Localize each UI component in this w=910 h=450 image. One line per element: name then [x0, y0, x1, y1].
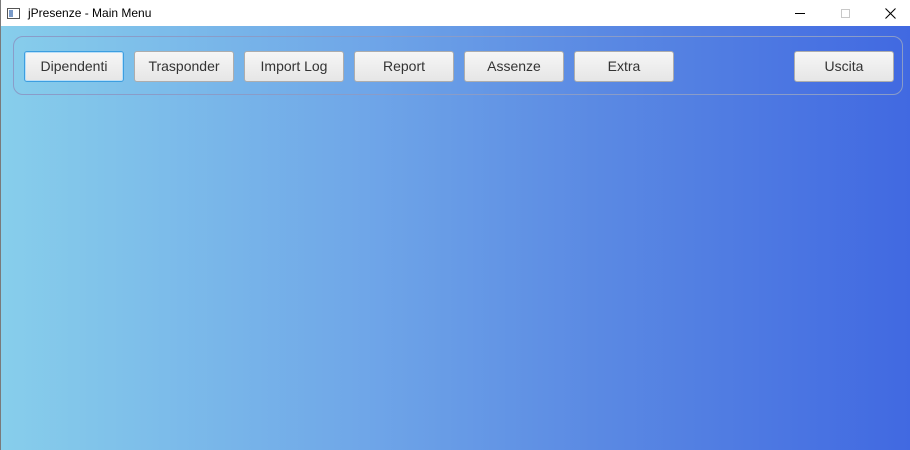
assenze-button[interactable]: Assenze	[464, 51, 564, 82]
main-window: jPresenze - Main Menu Dipendenti Traspon…	[0, 0, 910, 450]
menu-toolbar: Dipendenti Trasponder Import Log Report …	[13, 36, 903, 95]
title-bar[interactable]: jPresenze - Main Menu	[1, 0, 910, 26]
extra-button[interactable]: Extra	[574, 51, 674, 82]
uscita-button[interactable]: Uscita	[794, 51, 894, 82]
main-content: Dipendenti Trasponder Import Log Report …	[1, 26, 910, 450]
minimize-icon	[795, 12, 805, 14]
close-button[interactable]	[867, 0, 910, 26]
window-title: jPresenze - Main Menu	[28, 6, 152, 20]
report-button[interactable]: Report	[354, 51, 454, 82]
maximize-button[interactable]	[822, 0, 868, 26]
maximize-icon	[840, 8, 850, 18]
close-icon	[884, 7, 896, 19]
app-icon	[7, 7, 20, 19]
trasponder-button[interactable]: Trasponder	[134, 51, 234, 82]
dipendenti-button[interactable]: Dipendenti	[24, 51, 124, 82]
import-log-button[interactable]: Import Log	[244, 51, 344, 82]
minimize-button[interactable]	[777, 0, 823, 26]
